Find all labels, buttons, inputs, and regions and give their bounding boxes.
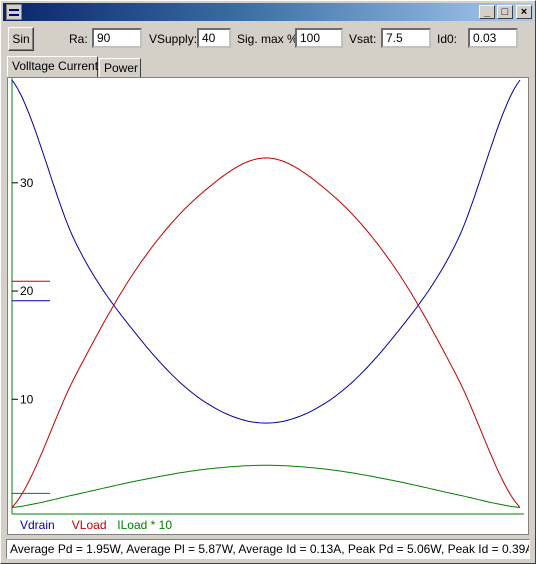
sin-button[interactable]: Sin xyxy=(8,27,34,51)
ra-input[interactable]: 90 xyxy=(92,28,142,48)
app-window: _ □ × Sin Ra: 90 VSupply: 40 Sig. max %:… xyxy=(0,0,536,564)
close-button[interactable]: × xyxy=(516,5,532,19)
legend-entry: ILoad * 10 xyxy=(117,518,172,532)
tab-power[interactable]: Power xyxy=(99,58,141,77)
series-line-vdrain xyxy=(11,79,521,424)
y-tick-label: 30 xyxy=(20,176,34,190)
minimize-button[interactable]: _ xyxy=(479,5,495,19)
vsupply-label: VSupply: xyxy=(149,32,198,46)
sig-max-label: Sig. max %: xyxy=(237,32,302,46)
legend-entry: Vdrain xyxy=(20,518,55,532)
id0-input[interactable]: 0.03 xyxy=(468,28,518,48)
parameter-toolbar: Sin Ra: 90 VSupply: 40 Sig. max %: 100 V… xyxy=(3,22,533,56)
legend-entry: VLoad xyxy=(72,518,107,532)
voltage-current-chart: 10 20 30 Vdrain VLoad ILoad * 10 xyxy=(11,78,524,532)
ra-label: Ra: xyxy=(69,32,88,46)
maximize-button[interactable]: □ xyxy=(497,5,513,19)
vsupply-input[interactable]: 40 xyxy=(197,28,231,48)
chart-area: 10 20 30 Vdrain VLoad ILoad * 10 xyxy=(7,77,529,535)
id0-label: Id0: xyxy=(437,32,458,46)
vsat-input[interactable]: 7.5 xyxy=(381,28,431,48)
series-line-iload-10 xyxy=(11,464,521,508)
status-bar: Average Pd = 1.95W, Average Pl = 5.87W, … xyxy=(6,539,530,559)
y-tick-label: 20 xyxy=(20,284,34,298)
title-bar[interactable]: _ □ × xyxy=(3,3,533,21)
tab-voltage-current[interactable]: Volltage Current xyxy=(7,56,98,77)
series-line-vload xyxy=(11,157,521,508)
app-icon[interactable] xyxy=(6,4,22,20)
sig-max-input[interactable]: 100 xyxy=(295,28,343,48)
vsat-label: Vsat: xyxy=(349,32,377,46)
y-tick-label: 10 xyxy=(20,392,34,406)
